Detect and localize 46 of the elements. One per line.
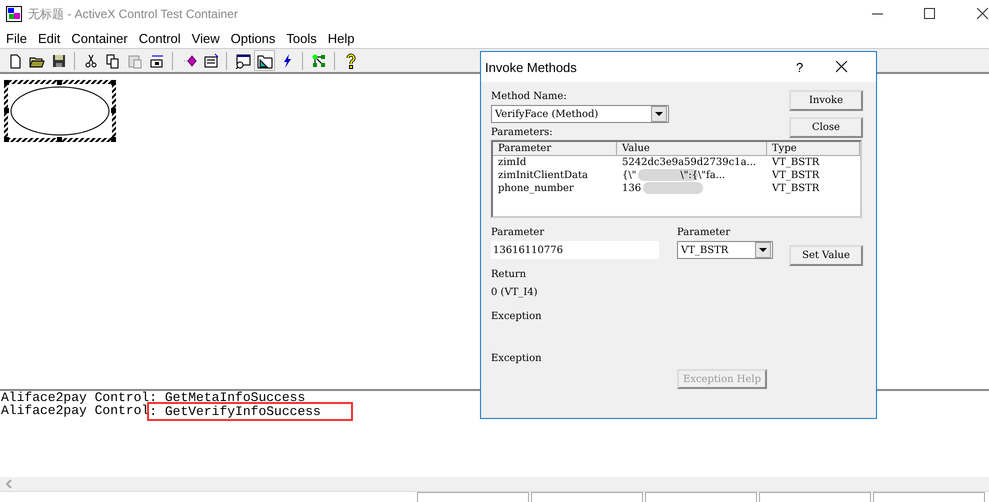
close-icon	[977, 8, 989, 20]
log-source: Aliface2pay Control	[1, 404, 150, 419]
help-button[interactable]: ?	[796, 60, 836, 74]
table-cell-text: zimId	[497, 156, 528, 169]
table-cell-text: VT_BSTR	[771, 169, 820, 182]
set-value-button[interactable]: Set Value	[789, 245, 863, 266]
menu-item[interactable]: Tools	[280, 30, 322, 46]
close-icon	[836, 61, 848, 73]
maximize-icon	[924, 8, 936, 20]
menu-item[interactable]: Help	[322, 30, 360, 46]
control-frame[interactable]	[4, 80, 116, 142]
table-cell-text: phone_number	[497, 182, 575, 195]
log-event: : GetVerifyInfoSuccess	[149, 404, 351, 419]
exception-label: Exception	[491, 352, 543, 365]
table-cell-text: zimInitClientData	[497, 169, 589, 182]
return-value: 0 (VT_I4)	[491, 286, 539, 299]
parameters-label: Parameters:	[491, 126, 554, 139]
invoke-button[interactable]: Invoke	[789, 90, 863, 111]
menu-item[interactable]: Control	[132, 30, 186, 46]
table-cell-text: VT_BSTR	[771, 182, 820, 195]
method-dropdown[interactable]: VerifyFace (Method)	[491, 105, 669, 123]
parameter-label: Parameter	[491, 226, 546, 239]
menu-item[interactable]: Options	[224, 30, 280, 46]
exception-label: Exception	[491, 310, 543, 323]
parameter-type-label: Parameter	[677, 226, 732, 239]
dropdown-arrow-icon	[655, 112, 663, 116]
menu-item[interactable]: View	[186, 30, 225, 46]
parameter-type-dropdown[interactable]: VT_BSTR	[677, 241, 773, 259]
menu-item[interactable]: Container	[65, 30, 133, 46]
table-cell-text: VT_BSTR	[771, 156, 820, 169]
table-cell: 5242dc3e9a59d2739c1a...	[622, 156, 756, 169]
parameter-value-field[interactable]: 13616110776	[491, 241, 659, 259]
dropdown-arrow-icon	[759, 248, 767, 252]
log-event: : GetMetaInfoSuccess	[149, 391, 306, 404]
log-source: Aliface2pay Control	[1, 391, 150, 404]
method-name-label: Method Name:	[491, 90, 568, 103]
window-title: 无标题 - ActiveX Control Test Container	[28, 6, 238, 22]
close-dialog-button[interactable]: Close	[789, 117, 863, 138]
return-label: Return	[491, 268, 528, 281]
menu-item[interactable]: Edit	[32, 30, 66, 46]
app-icon	[6, 6, 22, 22]
table-cell: {\"	[622, 169, 636, 182]
dialog-title: Invoke Methods	[485, 60, 578, 74]
table-cell: 136	[622, 182, 642, 195]
menu-item[interactable]: File	[0, 30, 32, 46]
table-cell: \":{\"fa...	[680, 169, 726, 182]
